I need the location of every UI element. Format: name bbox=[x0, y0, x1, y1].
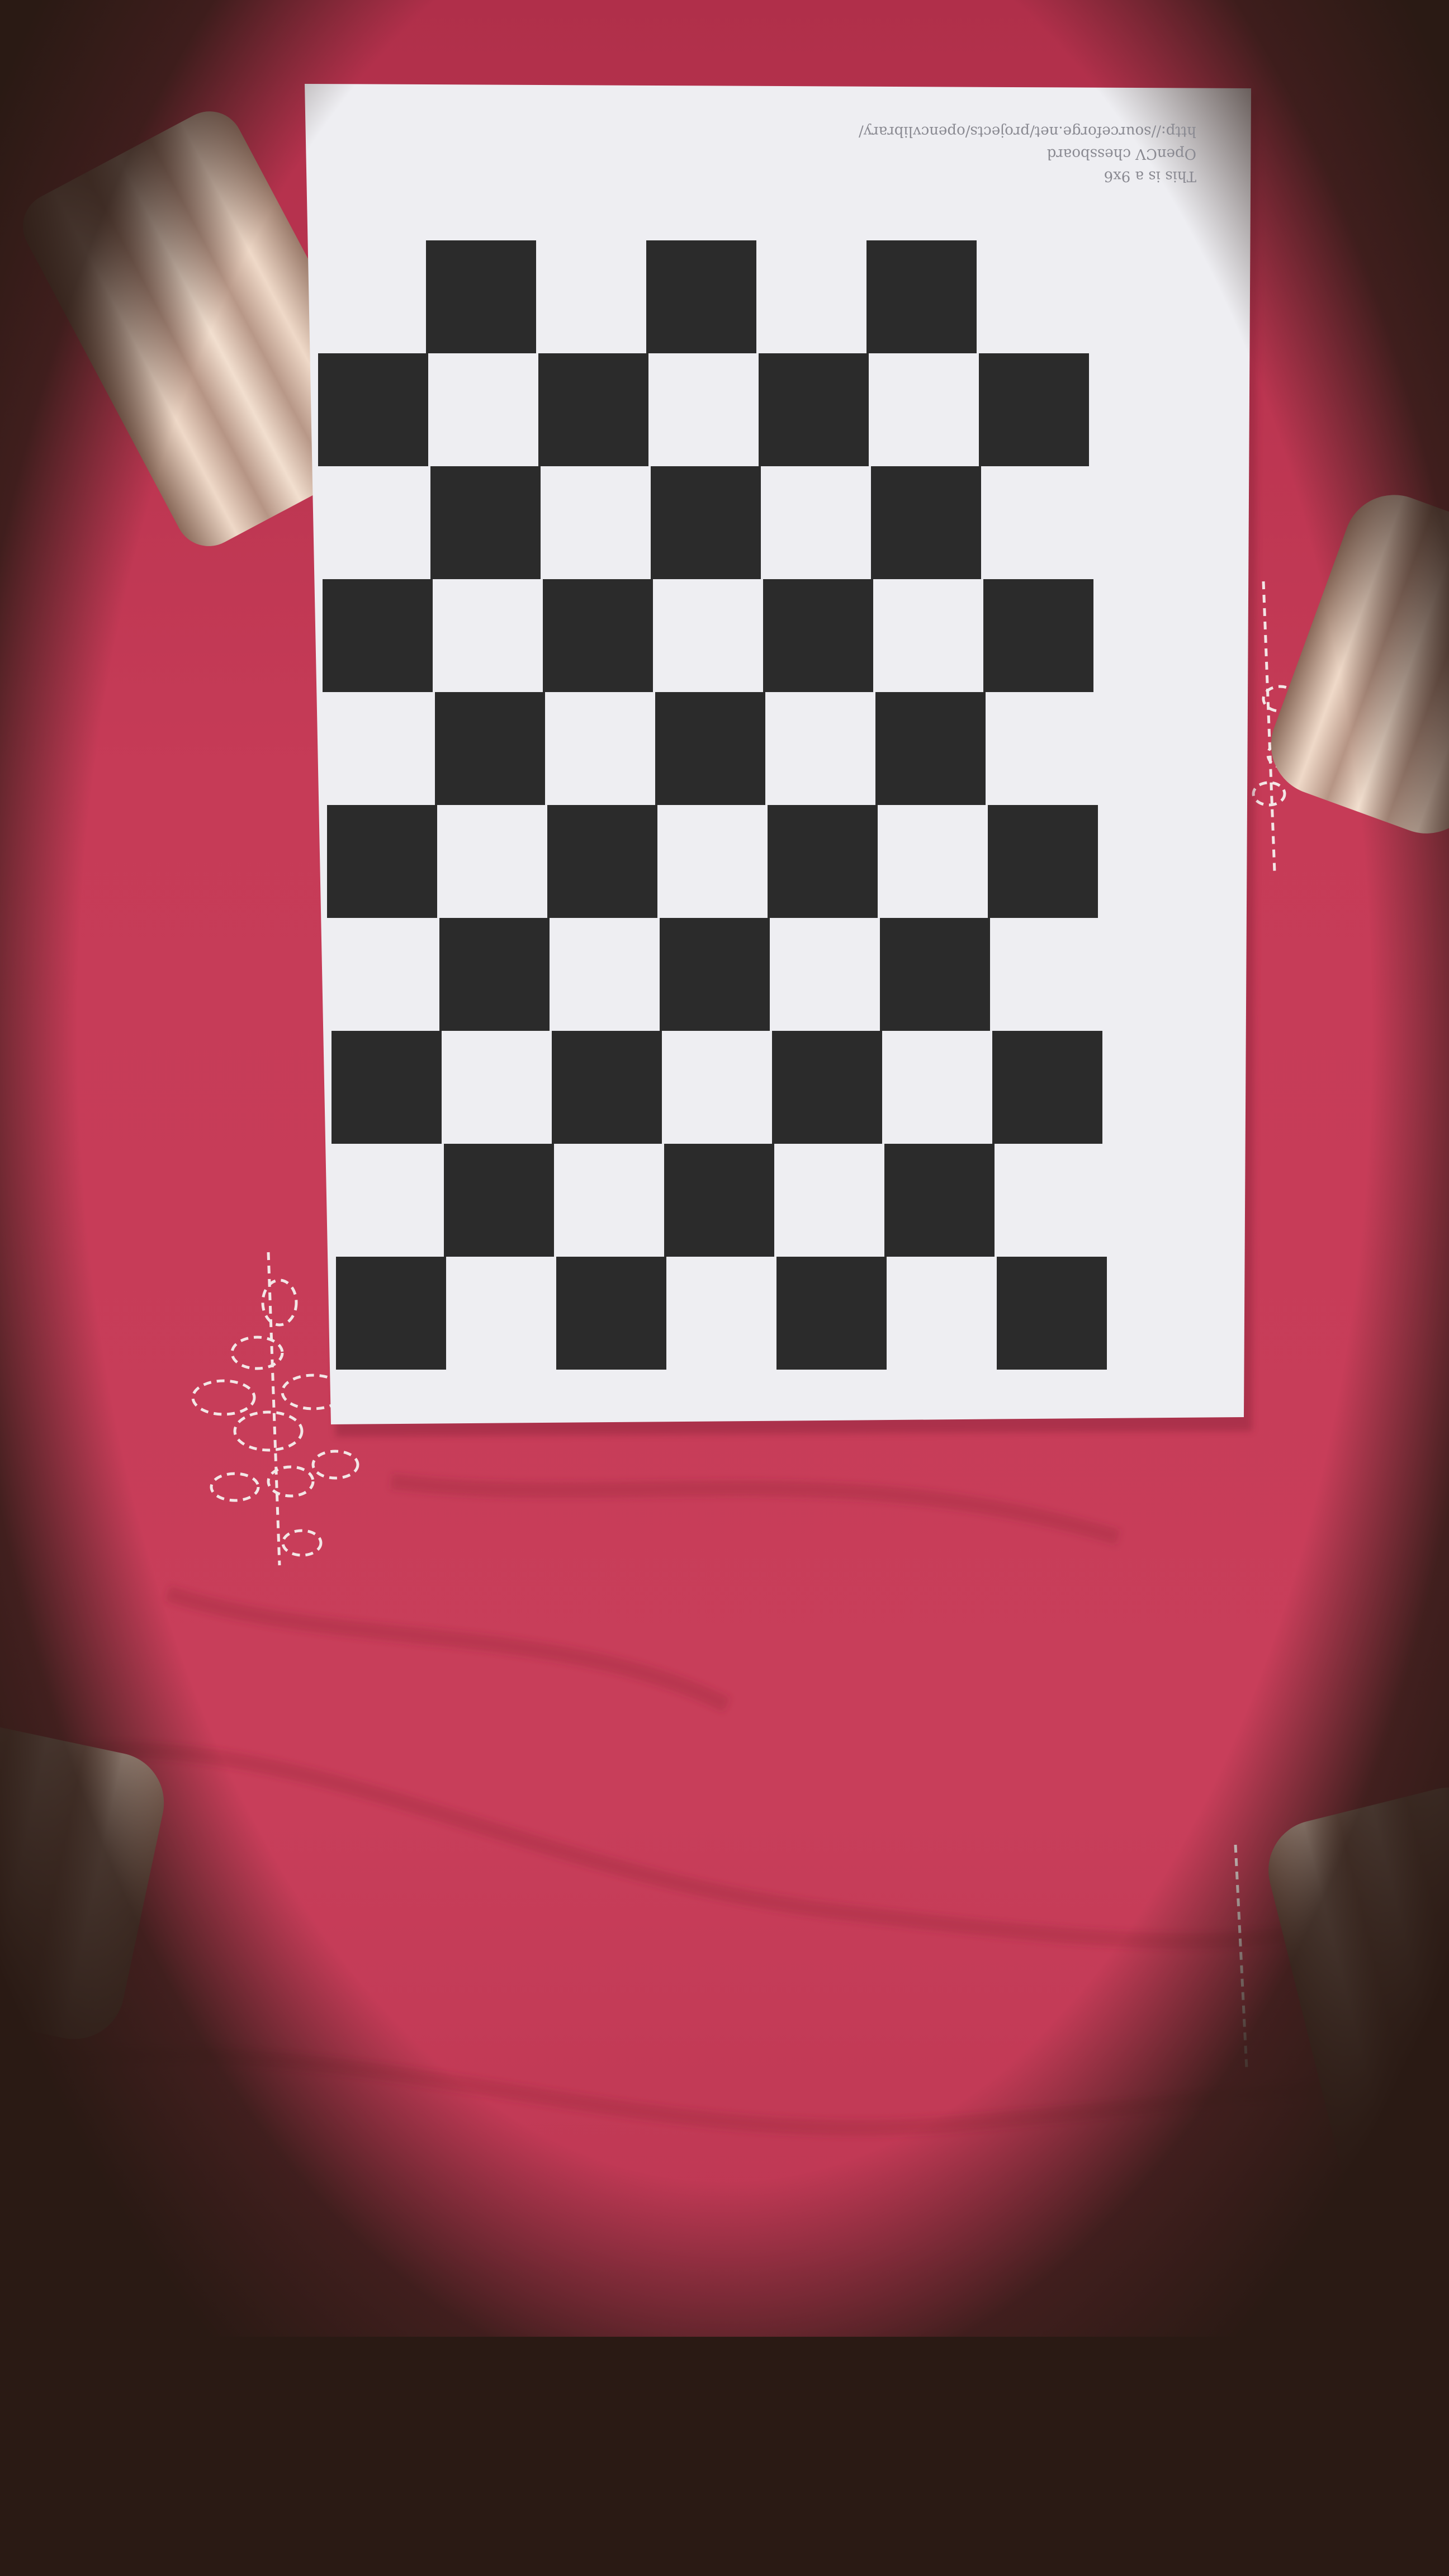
paper-caption: This is a 9x6 OpenCV chessboard http://s… bbox=[827, 120, 1196, 187]
photo-scene bbox=[0, 0, 1449, 2576]
paper-caption-line-3: http://sourceforge.net/projects/opencvli… bbox=[858, 123, 1196, 140]
paper-caption-line-1: This is a 9x6 bbox=[1104, 168, 1196, 184]
lens-vignette bbox=[0, 0, 1449, 2576]
bottom-dark-band bbox=[0, 2337, 1449, 2576]
paper-caption-line-2: OpenCV chessboard bbox=[1046, 145, 1196, 162]
